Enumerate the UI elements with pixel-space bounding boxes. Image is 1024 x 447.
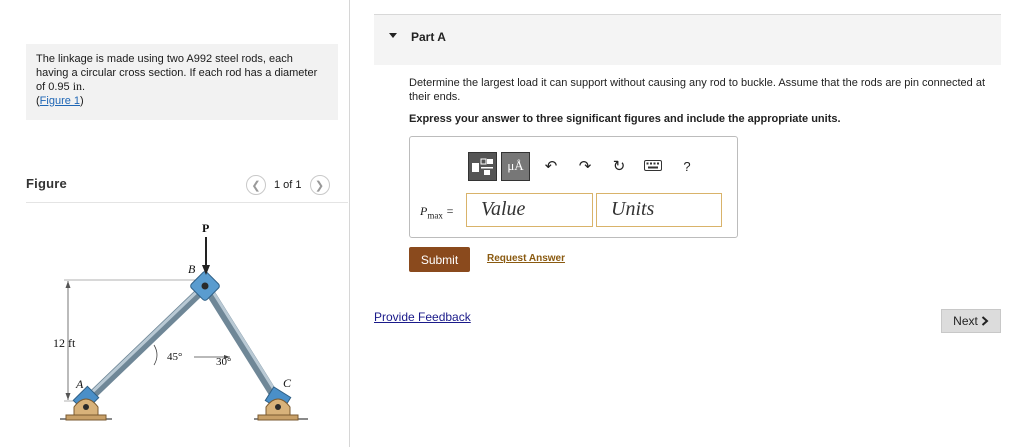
pager-count: 1 of 1 [274,179,302,191]
chevron-left-icon[interactable]: ❮ [246,175,266,195]
rod-bc [201,281,283,406]
rod-bc-highlight [206,282,282,401]
caret-down-icon[interactable] [389,33,397,38]
keyboard-icon[interactable] [636,158,670,175]
value-input[interactable]: Value [466,193,593,227]
label-height: 12 ft [53,336,76,350]
angle-arc-45 [153,344,158,366]
units-input[interactable]: Units [596,193,722,227]
figure-link[interactable]: Figure 1 [40,95,80,107]
rod-ab-highlight [84,281,208,400]
instruction-text: Express your answer to three significant… [409,113,841,125]
linkage-figure: P B A C 12 ft 45° 30° [53,221,308,421]
question-text: Determine the largest load it can suppor… [409,77,986,103]
problem-statement: The linkage is made using two A992 steel… [26,44,338,120]
submit-button[interactable]: Submit [409,247,470,272]
label-b: B [188,262,196,276]
part-title[interactable]: Part A [411,30,446,44]
math-toolbar: μÅ ↶ ↷ ↻ ? [468,150,704,182]
label-angle-30: 30° [216,356,231,368]
label-angle-45: 45° [167,351,182,363]
base-c [257,414,299,421]
redo-icon[interactable]: ↷ [568,157,602,175]
figure-pager: ❮ 1 of 1 ❯ [246,175,330,195]
label-a: A [75,377,84,391]
part-header[interactable] [374,15,1001,65]
pmax-label: Pmax = [420,204,454,221]
undo-icon[interactable]: ↶ [534,157,568,175]
chevron-right-icon[interactable]: ❯ [309,175,330,195]
next-label: Next [953,314,978,328]
help-button[interactable]: ? [670,159,704,174]
request-answer-link[interactable]: Request Answer [487,253,565,264]
pin-a [83,404,89,410]
provide-feedback-link[interactable]: Provide Feedback [374,310,471,324]
templates-icon[interactable] [468,151,497,181]
rod-ab [81,281,211,406]
next-button[interactable]: Next [941,309,1001,333]
pin-c [275,404,281,410]
label-c: C [283,376,292,390]
figure-title: Figure [26,176,67,191]
dim-arrow-bottom [65,393,71,400]
dim-arrow-top [65,281,71,288]
diameter-unit: in [72,79,83,93]
chevron-right-icon [981,316,989,326]
base-a [65,414,107,421]
figure-divider [26,202,348,203]
label-p: P [202,221,209,235]
joint-b-pin [201,282,209,290]
units-button[interactable]: μÅ [501,151,530,181]
reset-icon[interactable]: ↻ [602,157,636,175]
